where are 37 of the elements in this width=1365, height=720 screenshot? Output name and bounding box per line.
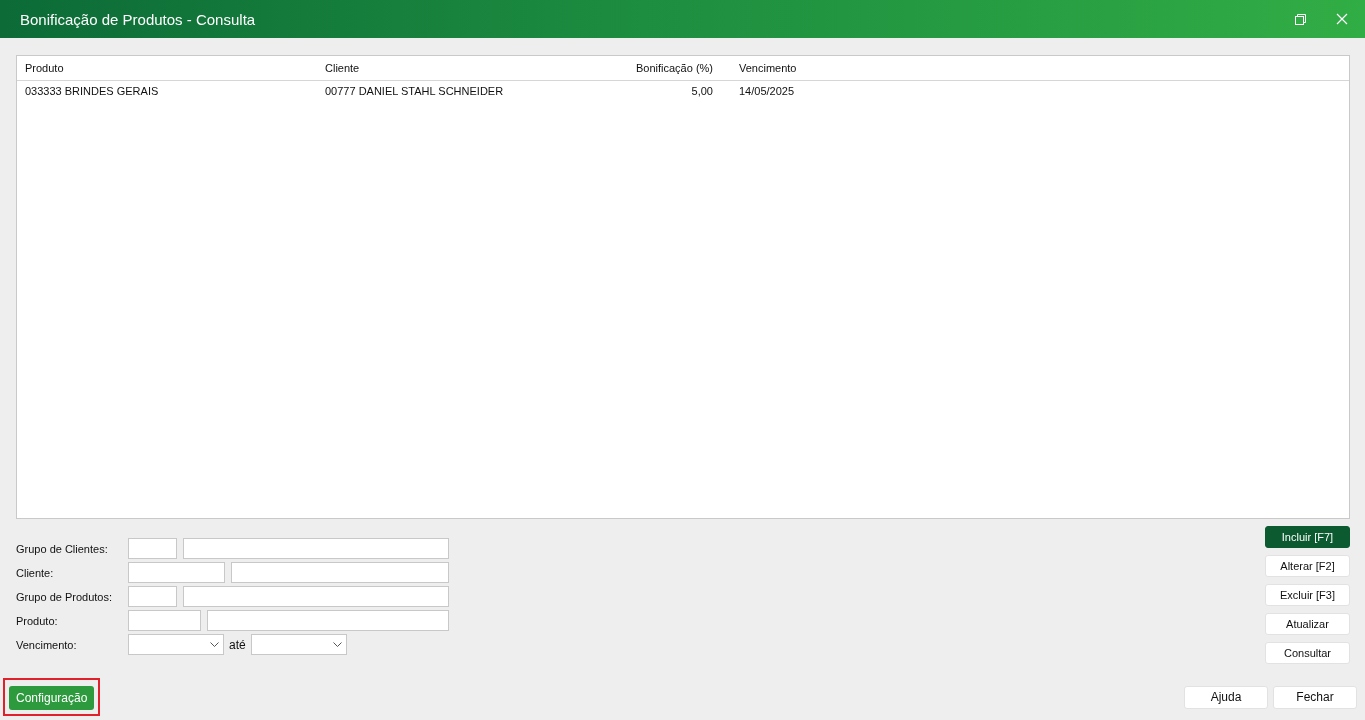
filter-label: Produto: xyxy=(16,614,59,627)
table-cell-text: 033333 BRINDES GERAIS xyxy=(24,85,160,97)
code-field[interactable] xyxy=(128,562,225,583)
table-cell-text: 14/05/2025 xyxy=(738,85,796,97)
footer-button[interactable]: Ajuda xyxy=(1184,685,1268,709)
name-field[interactable] xyxy=(183,586,449,607)
action-button[interactable]: Alterar [F2] xyxy=(1265,555,1350,577)
chevron-down-icon xyxy=(332,641,342,648)
footer-button[interactable]: Fechar xyxy=(1273,685,1357,709)
column-header[interactable]: Produto xyxy=(17,62,317,74)
filter-label: Vencimento: xyxy=(16,638,78,651)
table-cell-text: 00777 DANIEL STAHL SCHNEIDER xyxy=(324,85,505,97)
window-title: Bonificação de Produtos - Consulta xyxy=(20,10,256,28)
code-field[interactable] xyxy=(128,538,177,559)
restore-icon[interactable] xyxy=(1295,13,1306,25)
action-button[interactable]: Atualizar xyxy=(1265,613,1350,635)
date-dropdown[interactable] xyxy=(250,634,347,655)
action-button[interactable]: Excluir [F3] xyxy=(1265,584,1350,606)
column-header[interactable]: Bonificação (%) xyxy=(577,62,721,74)
name-field[interactable] xyxy=(183,538,449,559)
name-field[interactable] xyxy=(231,562,449,583)
range-separator: até xyxy=(229,637,246,652)
chevron-down-icon xyxy=(210,641,219,648)
code-field[interactable] xyxy=(128,610,201,631)
table-cell-text: 5,00 xyxy=(690,85,714,97)
code-field[interactable] xyxy=(128,586,177,607)
filter-label: Cliente: xyxy=(16,566,55,579)
configuration-button[interactable]: Configuração xyxy=(9,686,95,710)
column-header[interactable]: Vencimento xyxy=(721,62,1349,74)
filter-label: Grupo de Clientes: xyxy=(16,542,109,555)
filter-label: Grupo de Produtos: xyxy=(16,590,113,603)
column-header[interactable]: Cliente xyxy=(317,62,577,74)
action-button[interactable]: Consultar xyxy=(1265,642,1350,664)
date-dropdown[interactable] xyxy=(128,634,224,655)
close-icon[interactable] xyxy=(1336,13,1348,25)
name-field[interactable] xyxy=(207,610,449,631)
action-button[interactable]: Incluir [F7] xyxy=(1265,526,1350,548)
